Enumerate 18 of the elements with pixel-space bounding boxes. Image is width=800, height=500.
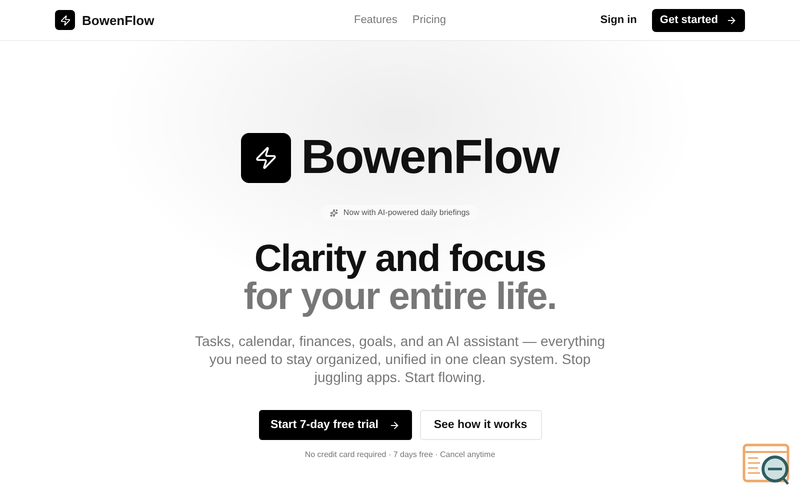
arrow-icon bbox=[726, 14, 737, 26]
headline: for your entire life. bbox=[244, 278, 556, 316]
nav-link[interactable]: Features bbox=[354, 14, 398, 26]
headline: Clarity and focus bbox=[254, 240, 546, 278]
brand-name: BowenFlow bbox=[82, 12, 154, 28]
get-started-button[interactable]: Get started bbox=[652, 8, 745, 32]
badge-text: Now with AI-powered daily briefings bbox=[343, 208, 470, 217]
sign-in-link[interactable]: Sign in bbox=[600, 14, 637, 26]
arrow-icon bbox=[388, 420, 400, 430]
brand-name: BowenFlow bbox=[301, 130, 559, 185]
logo-icon bbox=[241, 132, 292, 182]
nav-link[interactable]: Pricing bbox=[412, 14, 446, 26]
logo-icon bbox=[55, 10, 75, 30]
sparkle-icon bbox=[330, 208, 338, 216]
note-text: No credit card required · 7 days free · Cancel anytime bbox=[304, 450, 496, 459]
description: Tasks, calendar, finances, goals, and an AI assistant — everything you need to stay organized, unified in one clean system. Stop juggling apps. Start flowing. bbox=[194, 332, 606, 386]
see-how-button[interactable]: See how it works bbox=[420, 410, 542, 440]
start-trial-button[interactable]: Start 7-day free trial bbox=[258, 410, 412, 440]
